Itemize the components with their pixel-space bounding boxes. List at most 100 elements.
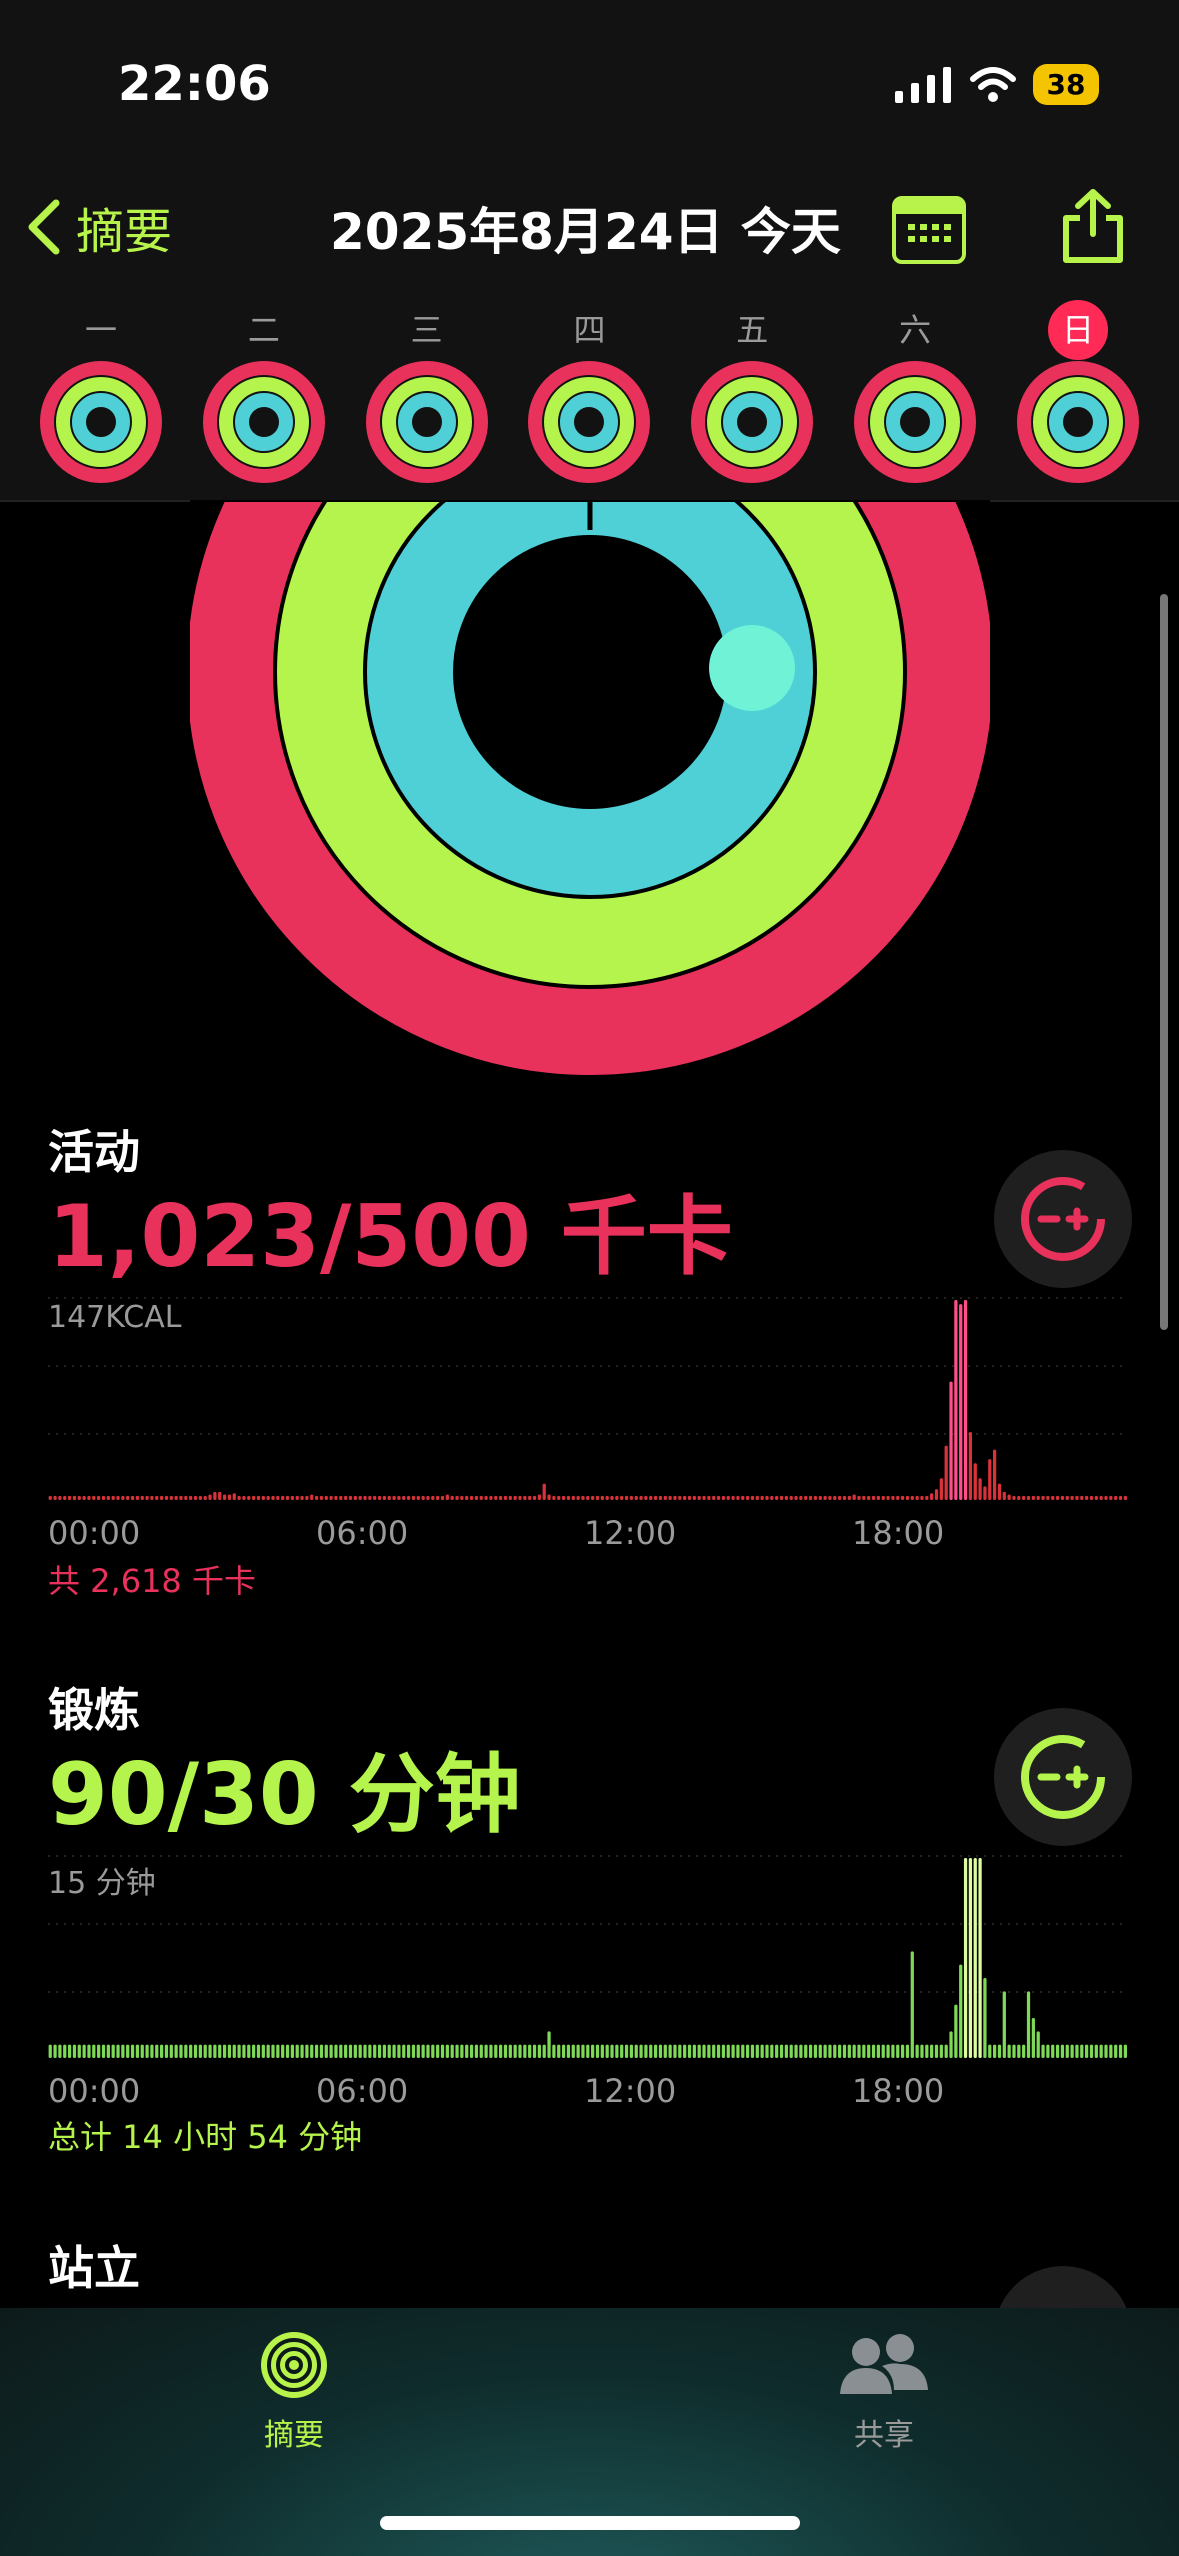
chart-bar (1070, 1495, 1074, 1500)
chart-bar (784, 1495, 788, 1500)
chart-bar (804, 2044, 808, 2058)
chart-bar (765, 2044, 769, 2058)
chart-bar (765, 1495, 769, 1500)
chart-bar (82, 1495, 86, 1500)
chart-bar (382, 1495, 387, 1500)
status-icons: 38 (895, 64, 1099, 105)
chart-bar (978, 1478, 982, 1500)
chart-bar (847, 1495, 851, 1500)
chart-bar (755, 1495, 759, 1500)
chart-bar (353, 2044, 357, 2058)
calendar-icon[interactable] (892, 196, 966, 264)
chart-bar (319, 2044, 324, 2058)
chart-bar (726, 1495, 730, 1500)
chart-bar (116, 1495, 120, 1500)
chart-bar (445, 2044, 449, 2058)
chart-bar (571, 1495, 575, 1500)
chart-bar (547, 1494, 551, 1500)
chart-bar (469, 2044, 474, 2058)
chart-bar (828, 2044, 832, 2058)
chart-bar (1075, 1495, 1079, 1500)
chart-bar (1099, 1495, 1103, 1500)
chart-bar (1036, 2031, 1040, 2058)
chart-bar (416, 1495, 420, 1500)
chart-bar (67, 1495, 72, 1500)
chart-bar (726, 2044, 730, 2058)
chart-bar (198, 1495, 202, 1500)
chart-bar (310, 2044, 314, 2058)
chart-bar (1031, 2018, 1035, 2058)
day-6[interactable]: 日 (1013, 300, 1143, 492)
chart-bar (988, 1459, 992, 1500)
chart-bar (232, 1493, 236, 1500)
tab-summary[interactable]: 摘要 (184, 2328, 404, 2454)
chart-bar (586, 2044, 590, 2058)
chart-bar (988, 2044, 992, 2058)
chart-bar (731, 1495, 735, 1500)
chart-bar (314, 1495, 319, 1500)
scrollbar[interactable] (1160, 594, 1168, 1330)
move-adjust-button[interactable] (994, 1150, 1132, 1288)
day-5[interactable]: 六 (850, 300, 980, 492)
back-label: 摘要 (76, 204, 173, 260)
chart-bar (242, 1495, 246, 1500)
chart-bar (818, 1495, 822, 1500)
chart-bar (862, 2044, 866, 2058)
chart-bar (518, 2044, 522, 2058)
chart-bar (179, 2044, 183, 2058)
chart-bar (905, 2044, 910, 2058)
chart-bar (1094, 1495, 1098, 1500)
chart-bar (818, 2044, 822, 2058)
chart-bar (658, 1495, 663, 1500)
chart-bar (745, 1495, 750, 1500)
day-4[interactable]: 五 (687, 300, 817, 492)
chart-bar (145, 2044, 149, 2058)
chart-bar (397, 2044, 401, 2058)
day-2[interactable]: 三 (362, 300, 492, 492)
move-total: 共 2,618 千卡 (48, 1562, 256, 1600)
chart-bar (697, 1495, 701, 1500)
chart-bar (673, 2044, 677, 2058)
chart-bar (479, 1495, 483, 1500)
share-icon[interactable] (1058, 188, 1128, 264)
day-3[interactable]: 四 (524, 300, 654, 492)
chart-bar (920, 1495, 924, 1500)
back-button[interactable]: 摘要 (24, 192, 172, 262)
chart-bar (247, 2044, 251, 2058)
exercise-adjust-button[interactable] (994, 1708, 1132, 1846)
chart-bar (1051, 1495, 1055, 1500)
tab-sharing[interactable]: 共享 (774, 2328, 994, 2454)
chart-bar (833, 2044, 837, 2058)
chart-bar (1007, 2044, 1011, 2058)
chart-bar (513, 1495, 517, 1500)
chart-bar (72, 2044, 77, 2058)
chart-bar (373, 1495, 377, 1500)
chart-bar (862, 1495, 866, 1500)
chart-bar (944, 2044, 948, 2058)
chart-bar (436, 2044, 440, 2058)
day-1[interactable]: 二 (199, 300, 329, 492)
day-label: 日 (1047, 300, 1108, 360)
chart-bar (387, 2044, 391, 2058)
chart-bar (857, 2044, 861, 2058)
status-bar: 22:06 38 (0, 0, 1179, 170)
chart-bar (683, 2044, 687, 2058)
day-0[interactable]: 一 (36, 300, 166, 492)
chart-bar (600, 2044, 604, 2058)
chart-bar (736, 1495, 740, 1500)
chart-bar (968, 1431, 973, 1500)
chart-bar (1046, 2044, 1050, 2058)
chart-bar (900, 2044, 905, 2058)
chart-bar (523, 2044, 527, 2058)
day-label: 六 (899, 311, 932, 349)
chart-bar (339, 2044, 343, 2058)
move-value: 1,023/500 千卡 (48, 1187, 733, 1287)
chart-bar (1075, 2044, 1079, 2058)
chart-bar (634, 2044, 638, 2058)
chart-bar (256, 2044, 261, 2058)
chart-bar (436, 1495, 440, 1500)
chart-bar (469, 1495, 474, 1500)
chart-bar (547, 2031, 551, 2058)
chart-bar (799, 1495, 803, 1500)
chart-bar (97, 1495, 101, 1500)
